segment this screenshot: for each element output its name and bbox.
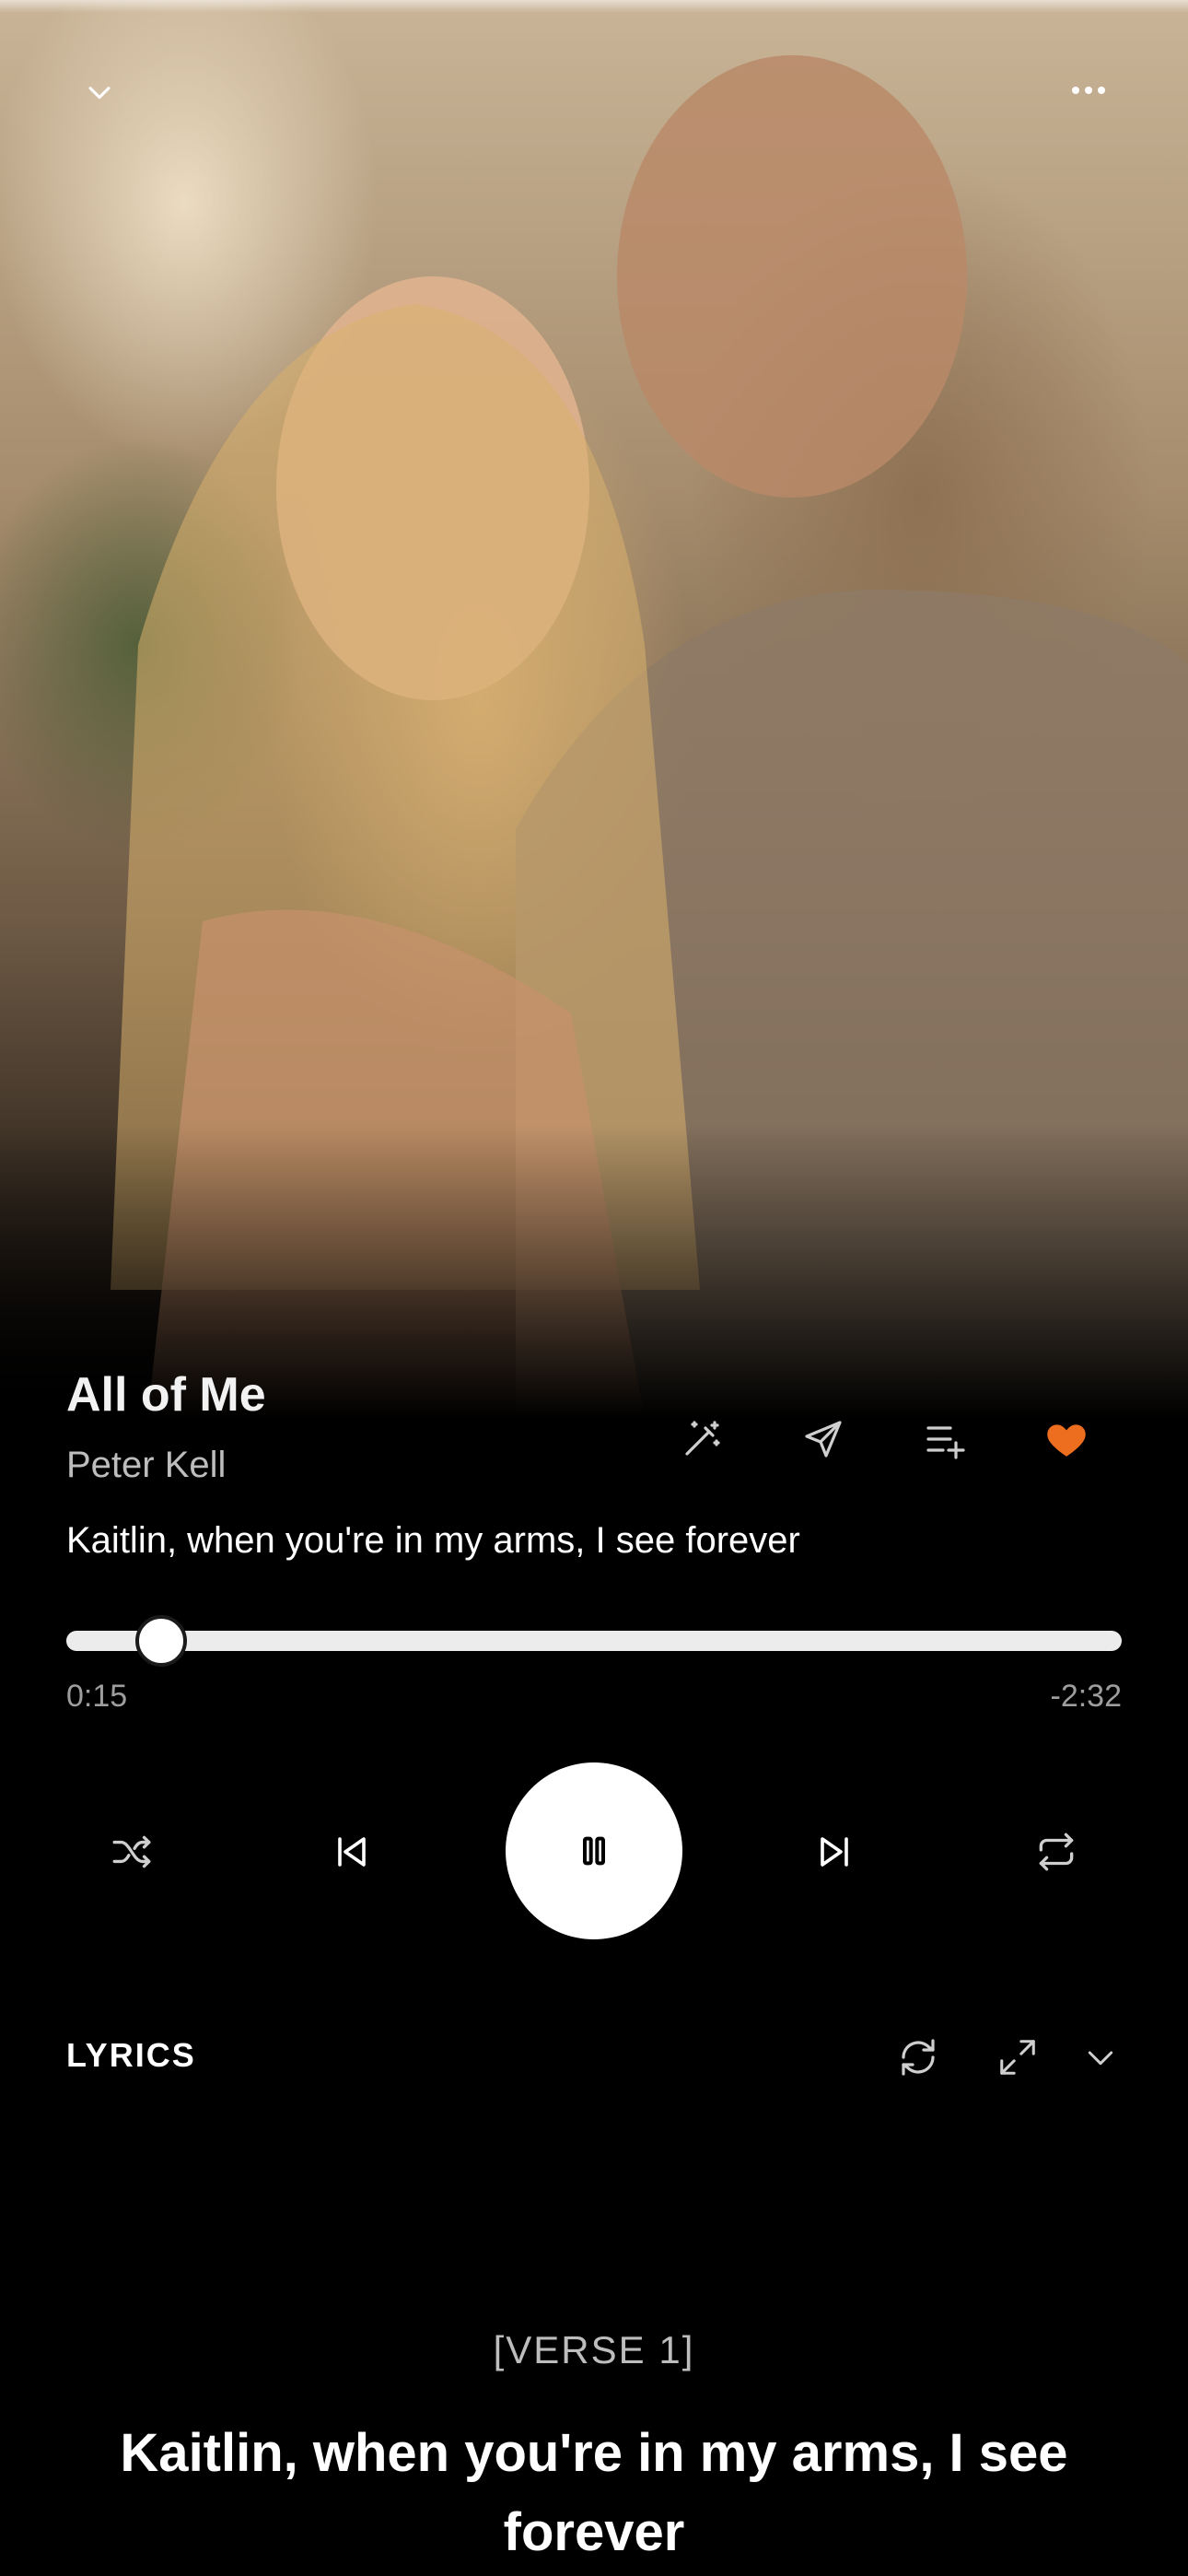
lyrics-section-label: [VERSE 1] <box>493 2328 695 2371</box>
repeat-icon <box>1039 1832 1074 1871</box>
magic-button[interactable] <box>674 1411 729 1467</box>
chevron-down-icon <box>88 87 111 100</box>
previous-icon <box>338 1837 366 1867</box>
collapse-lyrics-button[interactable] <box>1072 2029 1129 2086</box>
refresh-icon <box>902 2039 935 2076</box>
sync-lyrics-button[interactable] <box>890 2029 947 2086</box>
send-icon <box>805 1421 842 1458</box>
album-art <box>0 0 1188 1419</box>
more-horizontal-icon <box>1072 87 1105 94</box>
like-button[interactable] <box>1039 1411 1094 1467</box>
pause-icon <box>583 1836 605 1866</box>
current-lyric-line: Kaitlin, when you're in my arms, I see f… <box>66 1520 800 1561</box>
share-button[interactable] <box>796 1411 851 1467</box>
shuffle-icon <box>112 1835 151 1868</box>
previous-button[interactable] <box>322 1823 379 1880</box>
next-icon <box>821 1837 848 1867</box>
song-title: All of Me <box>66 1368 266 1422</box>
repeat-button[interactable] <box>1028 1823 1085 1880</box>
chevron-down-icon <box>1088 2051 1113 2066</box>
heart-icon <box>1047 1424 1086 1457</box>
remaining-time: -2:32 <box>1050 1679 1123 1714</box>
add-to-queue-button[interactable] <box>917 1411 973 1467</box>
progress-thumb[interactable] <box>135 1615 188 1667</box>
collapse-button[interactable] <box>76 68 123 116</box>
pause-button[interactable] <box>506 1762 682 1939</box>
magic-wand-icon <box>685 1421 720 1456</box>
expand-icon <box>1000 2040 1035 2075</box>
add-to-queue-icon <box>926 1426 965 1459</box>
artist-name[interactable]: Peter Kell <box>66 1445 226 1486</box>
next-button[interactable] <box>807 1823 864 1880</box>
lyrics-current-line: Kaitlin, when you're in my arms, I see f… <box>120 2423 1068 2562</box>
more-options-button[interactable] <box>1065 66 1112 114</box>
expand-lyrics-button[interactable] <box>989 2029 1046 2086</box>
shuffle-button[interactable] <box>103 1823 160 1880</box>
elapsed-time: 0:15 <box>66 1679 128 1714</box>
lyrics-heading: LYRICS <box>66 2036 196 2074</box>
progress-track[interactable] <box>66 1631 1122 1651</box>
